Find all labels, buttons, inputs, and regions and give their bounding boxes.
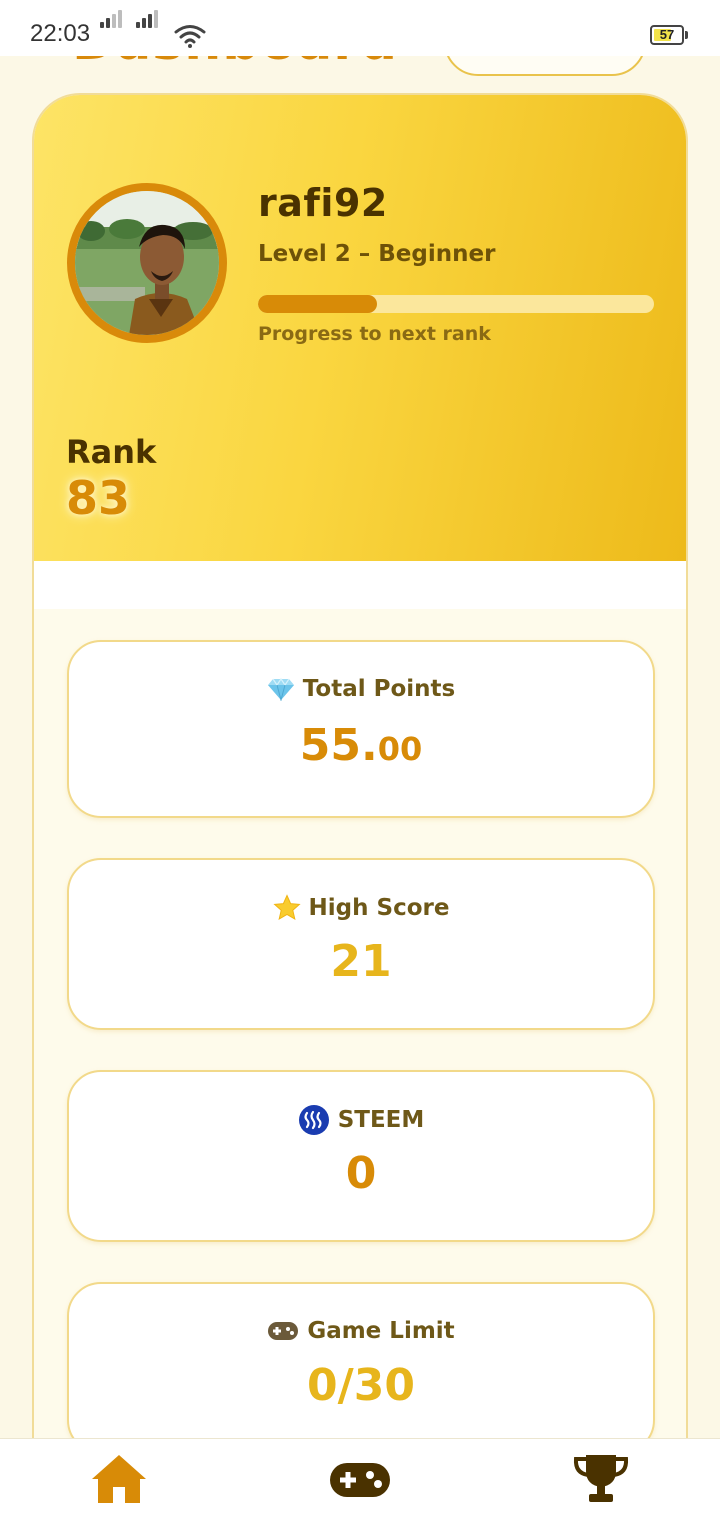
battery-level: 57 [659,27,675,42]
status-time: 22:03 [30,20,91,47]
battery-icon: 57 [650,25,684,45]
rank-progress-bar [258,295,654,313]
bottom-nav [0,1438,720,1520]
high-score-value: 21 [330,936,392,987]
rank-label: Rank [66,433,157,471]
hero-divider [34,561,686,609]
status-bar: 22:03 57 [0,0,720,56]
total-points-int: 55. [299,720,378,771]
nav-home[interactable] [90,1453,148,1509]
wifi-icon [174,24,206,52]
game-limit-label: Game Limit [307,1318,455,1344]
total-points-decimals: 00 [377,730,423,768]
stat-card-steem: STEEM 0 [67,1070,655,1242]
gamepad-icon [267,1320,299,1342]
nav-leaderboard[interactable] [572,1453,630,1509]
stat-card-high-score: High Score 21 [67,858,655,1030]
total-points-value: 55.00 [69,720,653,771]
high-score-label: High Score [308,895,450,921]
level-label: Level 2 – Beginner [258,241,496,267]
gem-icon [267,677,295,701]
profile-hero: rafi92 Level 2 – Beginner Progress to ne… [34,95,686,561]
dashboard-card: rafi92 Level 2 – Beginner Progress to ne… [32,93,688,1520]
trophy-icon [572,1453,630,1509]
steem-logo-icon [298,1104,330,1136]
star-icon [272,894,301,922]
progress-caption: Progress to next rank [258,323,491,345]
avatar-photo [75,191,219,335]
stat-card-game-limit: Game Limit 0/30 [67,1282,655,1454]
steem-value: 0 [345,1148,377,1199]
rank-value: 83 [66,471,131,525]
steem-label: STEEM [337,1107,425,1133]
username: rafi92 [258,181,388,225]
stat-card-total-points: Total Points 55.00 [67,640,655,818]
rank-progress-fill [258,295,377,313]
nav-games[interactable] [328,1453,392,1509]
avatar[interactable] [67,183,227,343]
gamepad-icon [328,1453,392,1509]
game-limit-value: 0/30 [307,1360,415,1411]
total-points-label: Total Points [302,676,456,702]
app-screen: Dashboard 22:03 57 [0,0,720,1520]
home-icon [90,1453,148,1509]
